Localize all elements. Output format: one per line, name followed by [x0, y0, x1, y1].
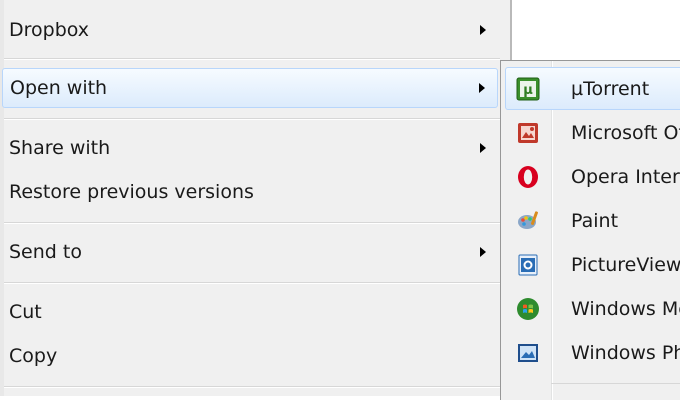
menu-item-share-with[interactable]: Share with	[0, 128, 502, 168]
submenu-item-opera[interactable]: Opera Internet Browser	[501, 155, 680, 198]
menu-item-copy[interactable]: Copy	[0, 336, 502, 376]
menu-item-label: Dropbox	[9, 19, 90, 41]
menu-item-send-to[interactable]: Send to	[0, 232, 502, 272]
menu-separator	[4, 58, 500, 60]
pictureviewer-icon	[515, 252, 541, 278]
submenu-item-label: Microsoft Office Picture Manager	[571, 121, 680, 144]
submenu-item-pictureviewer[interactable]: PictureViewer	[501, 243, 680, 286]
submenu-arrow-icon	[480, 247, 486, 257]
open-with-submenu: µ µTorrent Microsoft Office Picture Mana…	[500, 60, 680, 400]
menu-item-cut[interactable]: Cut	[0, 292, 502, 332]
submenu-item-utorrent[interactable]: µ µTorrent	[505, 67, 680, 110]
submenu-arrow-icon	[480, 25, 486, 35]
menu-item-label: Send to	[9, 241, 82, 263]
submenu-item-label: Windows Photo Viewer	[571, 341, 680, 364]
submenu-item-label: µTorrent	[571, 77, 650, 100]
menu-separator	[4, 386, 500, 388]
utorrent-icon: µ	[515, 76, 541, 102]
windows-photo-viewer-icon	[515, 340, 541, 366]
submenu-item-windows-media-center[interactable]: Windows Media Center	[501, 287, 680, 330]
submenu-item-picture-manager[interactable]: Microsoft Office Picture Manager	[501, 111, 680, 154]
menu-item-open-with[interactable]: Open with	[2, 68, 498, 108]
svg-text:µ: µ	[523, 83, 533, 98]
menu-item-label: Restore previous versions	[9, 181, 254, 203]
submenu-arrow-icon	[479, 83, 485, 93]
submenu-item-label: Paint	[571, 209, 619, 232]
menu-separator	[4, 222, 500, 224]
opera-icon	[515, 164, 541, 190]
menu-item-label: Copy	[9, 345, 58, 367]
menu-item-label: Cut	[9, 301, 42, 323]
menu-item-restore-previous-versions[interactable]: Restore previous versions	[0, 172, 502, 212]
paint-icon	[515, 208, 541, 234]
context-menu: Dropbox Open with Share with Restore pre…	[0, 0, 512, 396]
menu-item-label: Open with	[10, 77, 108, 99]
menu-separator	[4, 118, 500, 120]
submenu-arrow-icon	[480, 143, 486, 153]
menu-item-dropbox[interactable]: Dropbox	[0, 10, 502, 50]
windows-media-center-icon	[515, 296, 541, 322]
menu-border	[510, 0, 512, 60]
menu-separator	[4, 282, 500, 284]
picture-manager-icon	[515, 120, 541, 146]
menu-item-label: Share with	[9, 137, 111, 159]
submenu-item-windows-photo-viewer[interactable]: Windows Photo Viewer	[501, 331, 680, 374]
menu-separator	[551, 383, 680, 384]
submenu-item-label: PictureViewer	[571, 253, 680, 276]
submenu-item-paint[interactable]: Paint	[501, 199, 680, 242]
submenu-item-label: Windows Media Center	[571, 297, 680, 320]
submenu-item-label: Opera Internet Browser	[571, 165, 680, 188]
